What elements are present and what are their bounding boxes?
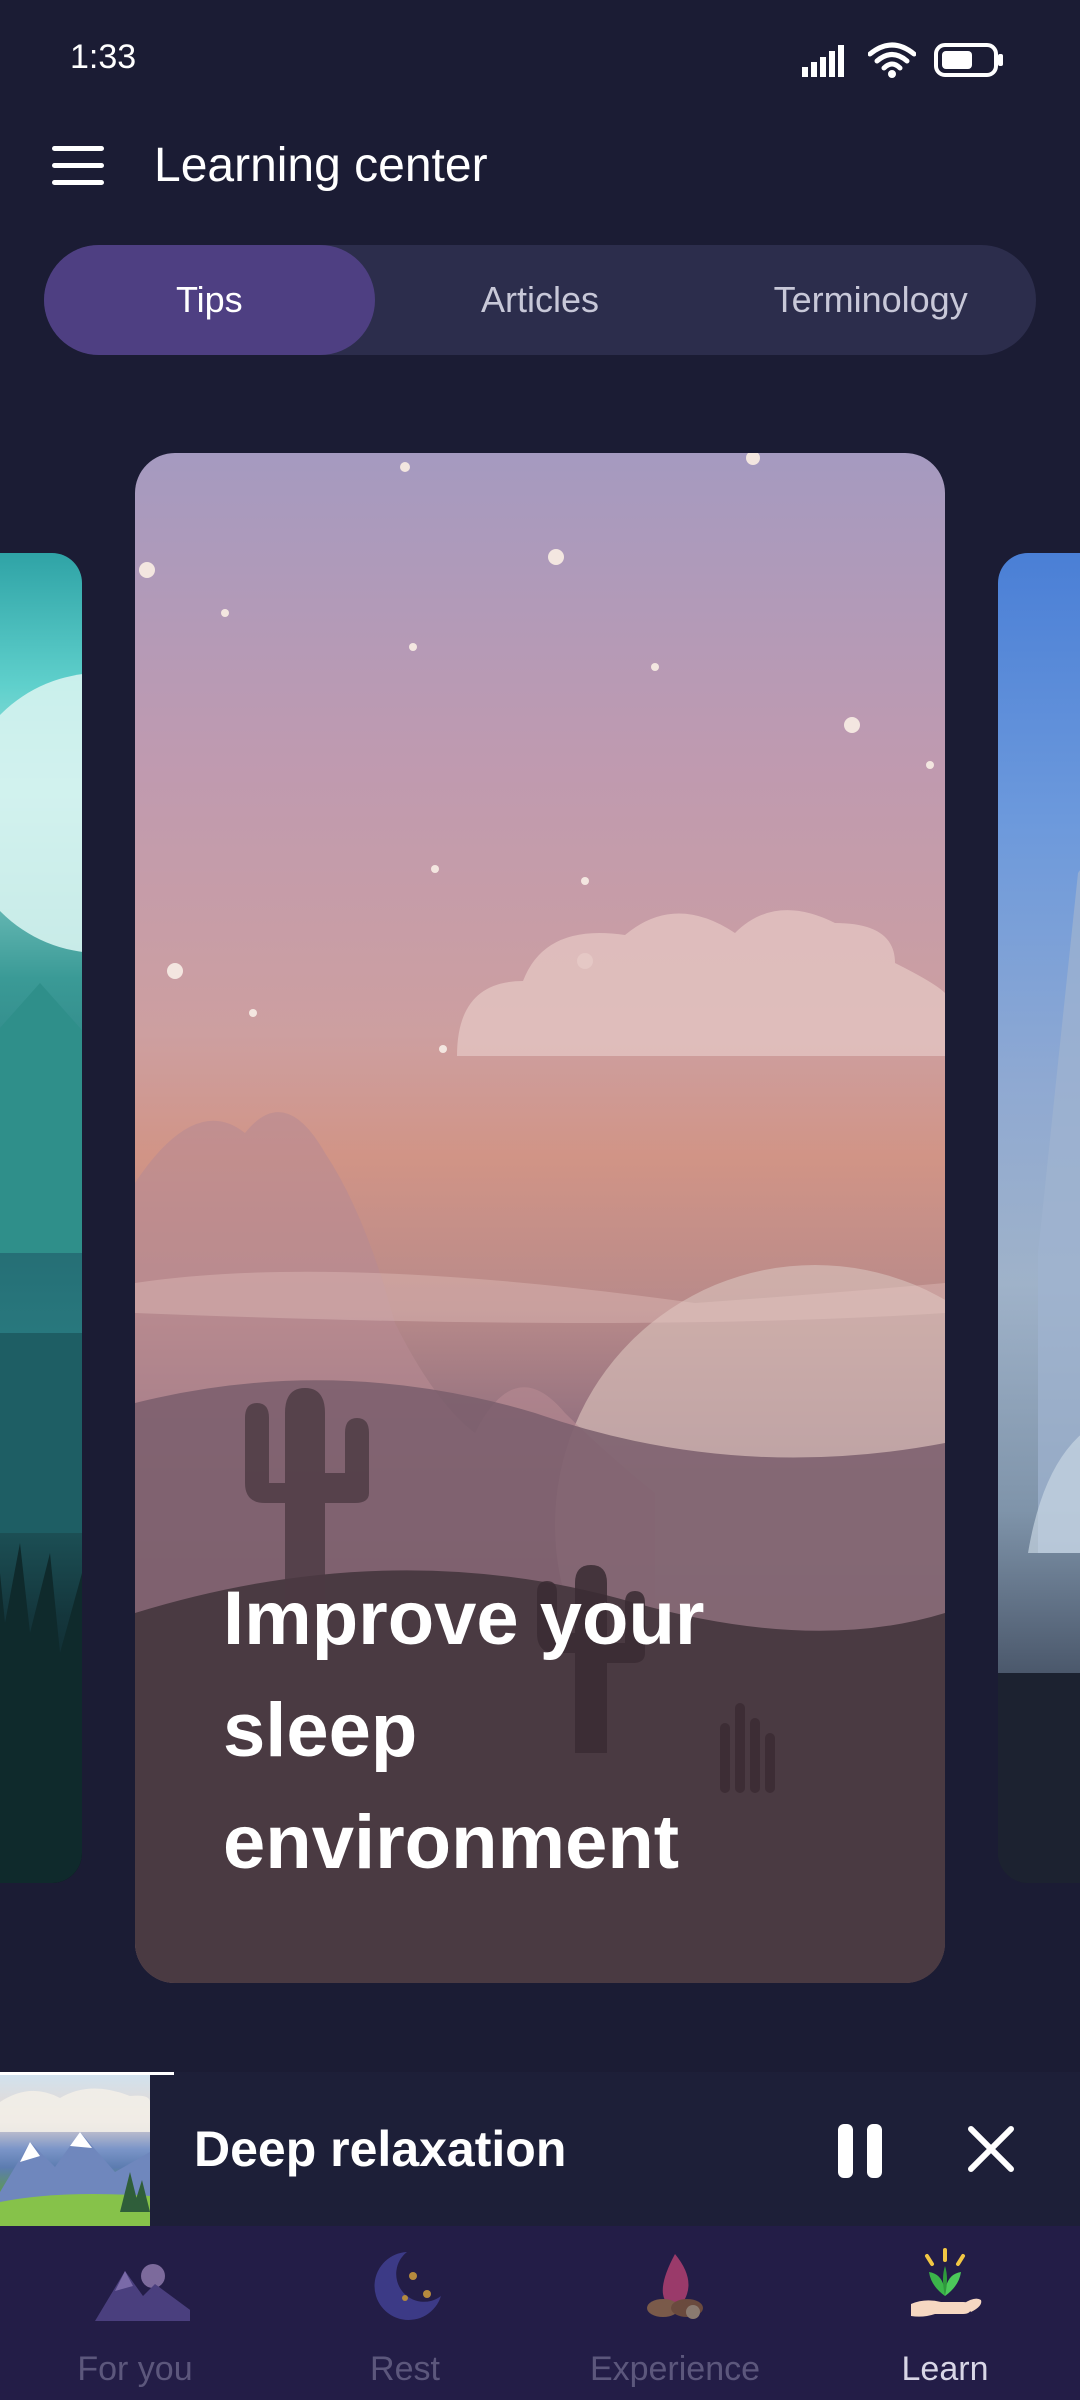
pause-icon[interactable]	[836, 2124, 884, 2178]
status-bar: 1:33	[0, 0, 1080, 120]
nav-item-rest[interactable]: Rest	[270, 2226, 540, 2400]
next-card-illustration	[998, 870, 1080, 1883]
hand-plant-icon	[911, 2248, 982, 2317]
page-title: Learning center	[154, 139, 488, 192]
carousel-card-previous[interactable]	[0, 553, 82, 1883]
card-title: Improve your sleep environment	[223, 1576, 705, 1885]
signal-icon	[802, 45, 844, 77]
campfire-icon	[647, 2254, 703, 2319]
nav-label-experience: Experience	[589, 2350, 761, 2388]
bottom-navigation: For you Rest Experience Learn	[0, 2226, 1080, 2400]
status-time: 1:33	[70, 38, 137, 76]
mini-player[interactable]: Deep relaxation	[0, 2072, 1080, 2226]
hamburger-menu-icon[interactable]	[52, 146, 104, 186]
previous-card-illustration	[0, 674, 82, 1883]
close-icon[interactable]	[966, 2124, 1016, 2174]
mini-player-thumbnail	[0, 2072, 150, 2226]
battery-icon	[934, 43, 1003, 77]
tab-articles[interactable]: Articles	[375, 245, 706, 355]
mountain-moon-icon	[95, 2264, 190, 2321]
wifi-icon	[868, 42, 916, 78]
playback-progress-bar	[0, 2072, 174, 2075]
carousel-card-current[interactable]: Improve your sleep environment	[135, 453, 945, 1983]
mountain-landscape-thumbnail	[0, 2088, 150, 2226]
tab-bar: Tips Articles Terminology	[44, 245, 1036, 355]
tab-tips[interactable]: Tips	[44, 245, 375, 355]
nav-label-rest: Rest	[370, 2350, 440, 2388]
status-icons	[802, 40, 1004, 80]
nav-item-for-you[interactable]: For you	[0, 2226, 270, 2400]
nav-label-learn: Learn	[901, 2350, 989, 2388]
nav-label-for-you: For you	[77, 2350, 193, 2388]
nav-item-learn[interactable]: Learn	[810, 2226, 1080, 2400]
carousel-card-next[interactable]	[998, 553, 1080, 1883]
nav-item-experience[interactable]: Experience	[540, 2226, 810, 2400]
crescent-moon-icon	[374, 2252, 441, 2320]
mini-player-title: Deep relaxation	[194, 2121, 567, 2177]
tab-terminology[interactable]: Terminology	[705, 245, 1036, 355]
